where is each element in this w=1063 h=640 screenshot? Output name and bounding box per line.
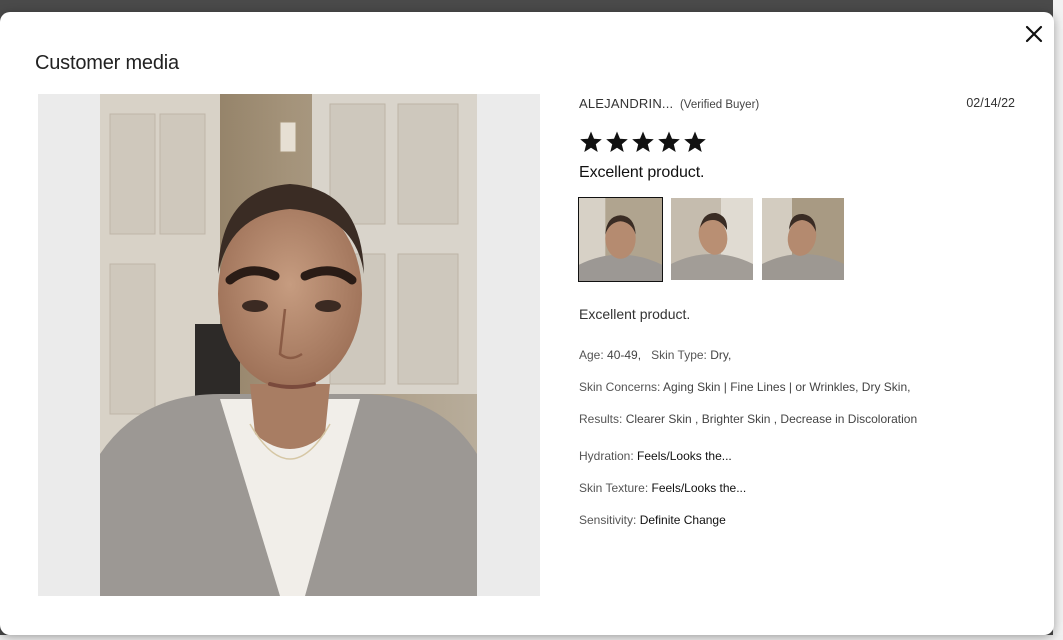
thumbnail-image	[762, 198, 844, 280]
review-body: Excellent product.	[579, 306, 691, 322]
media-thumbnails	[578, 197, 1019, 282]
review-headline: Excellent product.	[579, 164, 705, 181]
modal-title: Customer media	[35, 52, 179, 74]
customer-media-modal: Customer media ALEJANDRIN... (Verified B…	[0, 12, 1054, 635]
star-rating	[579, 130, 1019, 156]
close-button[interactable]	[1022, 22, 1046, 46]
hydration-label: Hydration:	[579, 449, 634, 463]
page-backdrop	[1053, 0, 1063, 640]
star-icon	[684, 131, 706, 152]
sensitivity-row: Sensitivity: Definite Change	[579, 513, 1019, 527]
results-label: Results:	[579, 412, 623, 426]
star-icon	[632, 131, 654, 152]
thumbnail-image	[579, 198, 662, 281]
media-thumbnail[interactable]	[762, 198, 844, 280]
close-icon	[1025, 25, 1043, 43]
media-thumbnail[interactable]	[578, 197, 663, 282]
review-date: 02/14/22	[966, 96, 1015, 110]
age-skin-type-row: Age: 40-49, Skin Type: Dry,	[579, 348, 1019, 362]
skin-texture-label: Skin Texture:	[579, 481, 649, 495]
age-value: 40-49,	[607, 348, 642, 362]
age-label: Age:	[579, 348, 604, 362]
review-panel: ALEJANDRIN... (Verified Buyer) 02/14/22 …	[578, 96, 1019, 527]
verified-buyer-badge: (Verified Buyer)	[679, 99, 760, 111]
skin-concerns-row: Skin Concerns: Aging Skin | Fine Lines |…	[579, 380, 1019, 394]
page-backdrop-bottom	[0, 635, 1063, 640]
reviewer-row: ALEJANDRIN... (Verified Buyer) 02/14/22	[579, 96, 1019, 116]
hydration-value: Feels/Looks the...	[637, 449, 732, 463]
sensitivity-label: Sensitivity:	[579, 513, 637, 527]
skin-concerns-value: Aging Skin | Fine Lines | or Wrinkles, D…	[663, 380, 911, 394]
results-value: Clearer Skin , Brighter Skin , Decrease …	[625, 412, 918, 426]
media-viewer	[38, 94, 540, 596]
star-icon	[658, 131, 680, 152]
reviewer-name: ALEJANDRIN...	[579, 96, 674, 111]
skin-type-value: Dry,	[710, 348, 732, 362]
skin-concerns-label: Skin Concerns:	[579, 380, 661, 394]
sensitivity-value: Definite Change	[639, 513, 726, 527]
skin-type-label: Skin Type:	[651, 348, 707, 362]
star-icon	[606, 131, 628, 152]
customer-photo	[100, 94, 477, 596]
star-icon	[580, 131, 602, 152]
hydration-row: Hydration: Feels/Looks the...	[579, 449, 1019, 463]
thumbnail-image	[671, 198, 753, 280]
skin-texture-row: Skin Texture: Feels/Looks the...	[579, 481, 1019, 495]
skin-texture-value: Feels/Looks the...	[651, 481, 747, 495]
results-row: Results: Clearer Skin , Brighter Skin , …	[579, 412, 1019, 426]
media-thumbnail[interactable]	[671, 198, 753, 280]
